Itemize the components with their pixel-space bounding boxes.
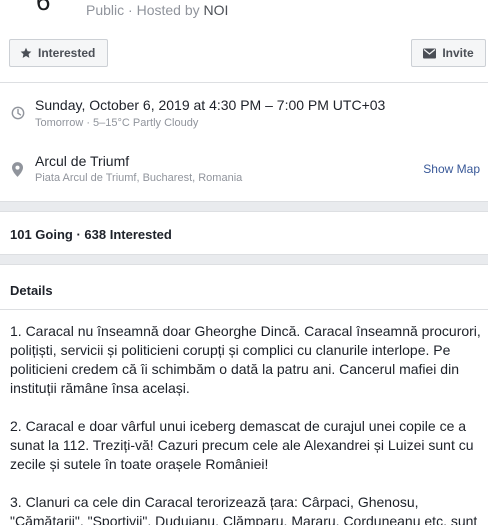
details-paragraph: 3. Clanuri ca cele din Caracal terorizea… bbox=[10, 494, 478, 525]
details-paragraph: 1. Caracal nu înseamnă doar Gheorghe Din… bbox=[10, 323, 481, 396]
event-datetime: Sunday, October 6, 2019 at 4:30 PM – 7:0… bbox=[35, 97, 386, 113]
details-body: 1. Caracal nu înseamnă doar Gheorghe Din… bbox=[10, 322, 486, 525]
invite-label: Invite bbox=[442, 46, 474, 60]
section-separator bbox=[0, 201, 488, 212]
privacy-label: Public bbox=[86, 2, 125, 18]
attendance-stats[interactable]: 101 Going · 638 Interested bbox=[10, 227, 172, 242]
event-header: 6 bbox=[36, 0, 76, 14]
interested-button[interactable]: Interested bbox=[9, 39, 108, 67]
event-time-row: Sunday, October 6, 2019 at 4:30 PM – 7:0… bbox=[0, 96, 488, 136]
weather-forecast: Tomorrow · 5–15°C Partly Cloudy bbox=[35, 117, 199, 129]
location-address: Piata Arcul de Triumf, Bucharest, Romani… bbox=[35, 172, 243, 184]
location-name[interactable]: Arcul de Triumf bbox=[35, 153, 129, 169]
envelope-icon bbox=[423, 48, 437, 59]
event-day-number: 6 bbox=[36, 0, 51, 16]
clock-icon bbox=[11, 106, 25, 125]
divider bbox=[0, 82, 488, 83]
details-paragraph: 2. Caracal e doar vârful unui iceberg de… bbox=[10, 418, 474, 472]
interested-label: Interested bbox=[38, 46, 96, 60]
section-separator bbox=[0, 254, 488, 265]
host-line: Public · Hosted by NOI bbox=[86, 2, 228, 18]
show-map-link[interactable]: Show Map bbox=[423, 162, 480, 176]
details-heading: Details bbox=[10, 283, 53, 298]
event-page: 6 Public · Hosted by NOI Interested Invi… bbox=[0, 0, 488, 525]
star-icon bbox=[20, 47, 32, 59]
host-name-link[interactable]: NOI bbox=[204, 2, 229, 18]
invite-button[interactable]: Invite bbox=[411, 39, 486, 67]
event-location-row: Arcul de Triumf Piata Arcul de Triumf, B… bbox=[0, 152, 488, 192]
map-pin-icon bbox=[12, 162, 23, 182]
hosted-by-prefix: · Hosted by bbox=[128, 2, 200, 18]
divider bbox=[0, 309, 488, 310]
